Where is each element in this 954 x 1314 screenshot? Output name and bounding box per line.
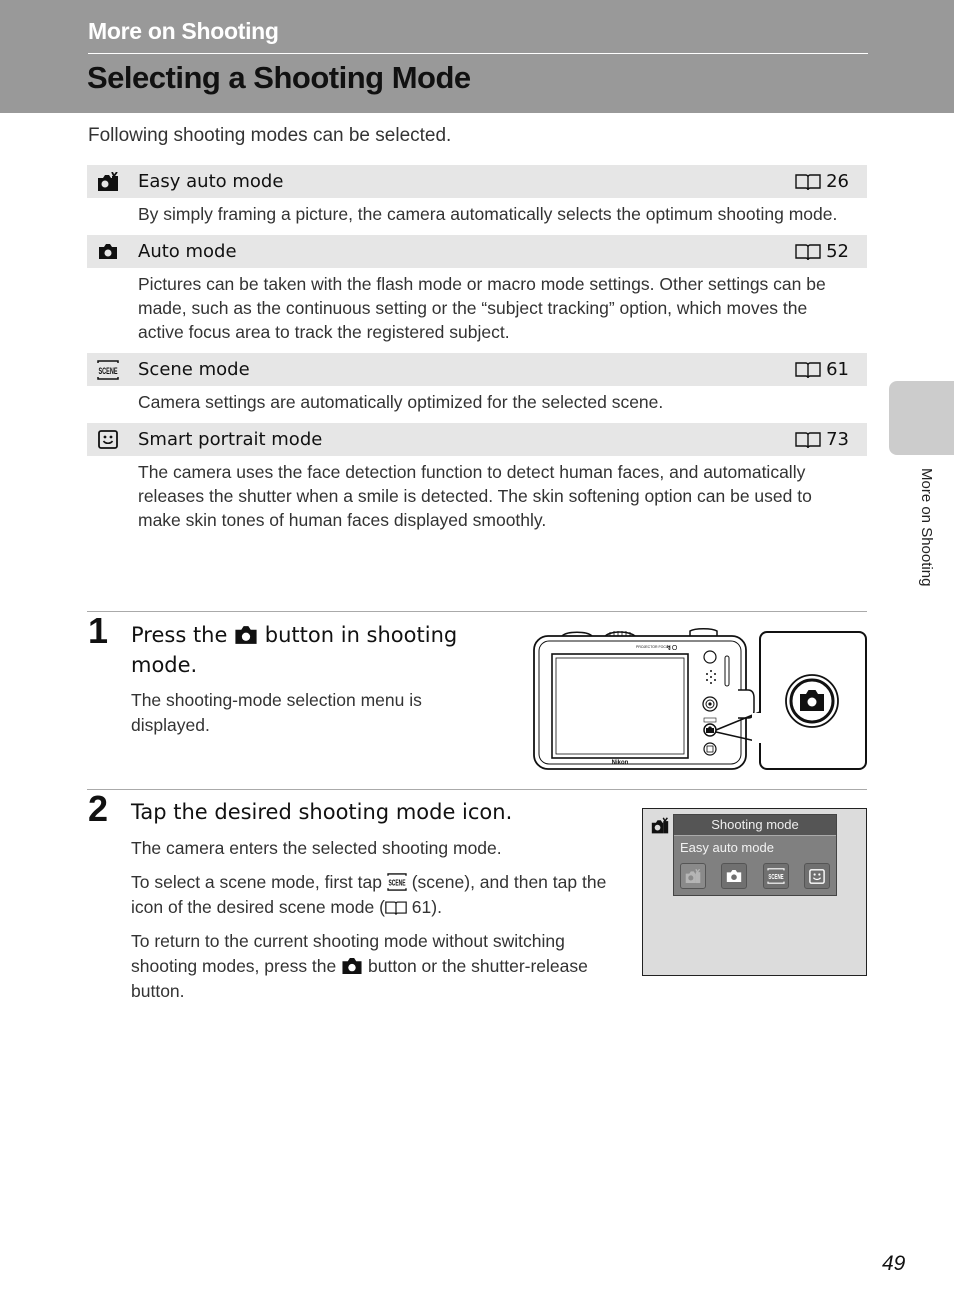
selected-mode-label: Easy auto mode [680,840,774,855]
header-divider [88,53,868,54]
step-text: To select a scene mode, first tap SCENE … [131,872,607,917]
scene-icon: SCENE [767,868,785,884]
step-text: To return to the current shooting mode w… [131,931,588,1001]
intro-text: Following shooting modes can be selected… [88,125,452,146]
page-title: Selecting a Shooting Mode [87,60,471,95]
book-icon [795,243,821,260]
mode-name: Easy auto mode [138,171,284,192]
shutter-button [689,628,718,636]
camera-auto-icon [97,241,119,263]
book-icon [795,431,821,448]
page-reference[interactable]: 61 [795,359,849,380]
step-text: The camera enters the selected shooting … [131,838,502,858]
step-text: The shooting-mode selection menu is disp… [131,690,422,735]
camera-lcd [551,653,689,759]
step-divider [87,789,867,790]
camera-button-icon [342,958,362,974]
mode-description: By simply framing a picture, the camera … [138,204,838,224]
svg-text:SCENE: SCENE [388,879,405,888]
easy-auto-icon [685,868,701,883]
svg-text:SCENE: SCENE [768,872,783,881]
step-title: Press the button in shooting mode. [131,623,458,677]
smile-icon [809,868,825,884]
lcd-screen-illustration: Shooting mode Easy auto mode SCENE [642,808,867,976]
mode-description: Pictures can be taken with the flash mod… [138,274,826,342]
mode-name: Smart portrait mode [138,429,323,450]
mode-row-scene: SCENE Scene mode 61 [87,353,867,386]
camera-auto-icon [727,870,742,882]
menu-auto-button[interactable] [721,863,748,889]
chapter-header: More on Shooting Selecting a Shooting Mo… [0,0,954,113]
page-reference[interactable]: 26 [795,171,849,192]
scene-icon: SCENE [97,359,119,381]
mode-name: Auto mode [138,241,237,262]
step-divider [87,611,867,612]
mode-name: Scene mode [138,359,250,380]
page-reference[interactable]: 52 [795,241,849,262]
menu-smart-portrait-button[interactable] [803,863,830,889]
chapter-tab[interactable] [889,381,954,455]
page-number: 49 [882,1252,906,1275]
section-label: More on Shooting [88,18,279,44]
easy-auto-icon [651,817,669,834]
menu-title: Shooting mode [674,815,836,836]
menu-easy-auto-button[interactable] [680,863,706,889]
mode-row-auto: Auto mode 52 [87,235,867,268]
mode-row-easy-auto: Easy auto mode 26 [87,165,867,198]
smile-icon [97,429,119,451]
mode-description: The camera uses the face detection funct… [138,462,812,530]
step-number: 1 [88,610,109,651]
mode-table: Easy auto mode 26 By simply framing a pi… [87,165,867,541]
book-icon [795,173,821,190]
step-title: Tap the desired shooting mode icon. [131,800,513,824]
book-icon [795,361,821,378]
chapter-tab-label: More on Shooting [918,468,935,587]
scene-icon: SCENE [387,873,407,891]
svg-text:SCENE: SCENE [99,366,118,376]
easy-auto-icon [97,171,119,193]
camera-back-illustration: Nikon PROJECTOR FOCUS ↯O [533,628,867,770]
shooting-mode-menu: Shooting mode Easy auto mode SCENE [673,814,837,896]
brand-label: Nikon [612,760,629,766]
af-lamp-label: ↯O [666,644,678,652]
camera-button-icon [235,626,257,644]
mode-description: Camera settings are automatically optimi… [138,392,664,412]
mode-row-smart-portrait: Smart portrait mode 73 [87,423,867,456]
page-reference[interactable]: 73 [795,429,849,450]
playback-button [703,742,717,756]
menu-scene-button[interactable]: SCENE [762,863,789,889]
step-number: 2 [88,788,109,829]
book-icon [385,901,407,915]
